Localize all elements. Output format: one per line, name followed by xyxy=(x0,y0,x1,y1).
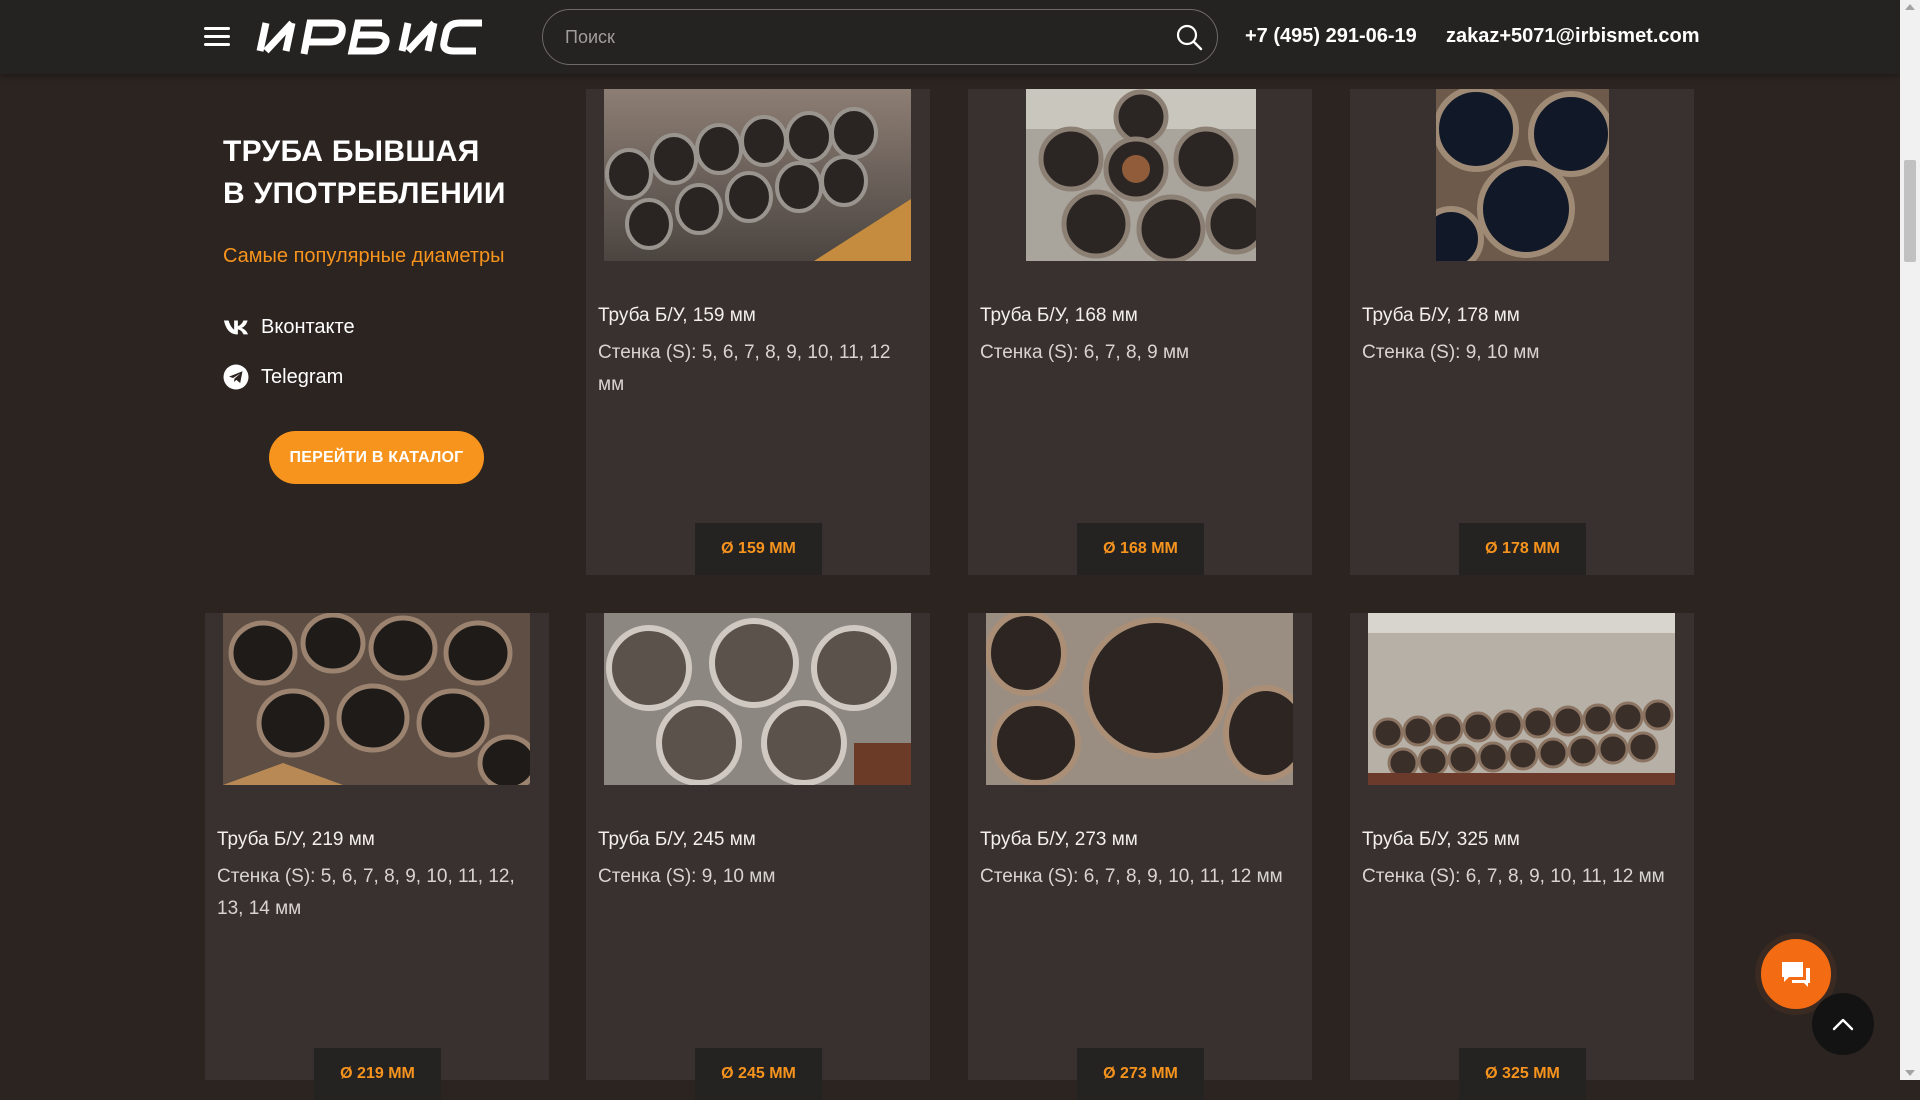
scroll-down-arrow-icon[interactable] xyxy=(1905,1070,1915,1076)
section-subtitle: Самые популярные диаметры xyxy=(223,245,505,267)
product-title: Труба Б/У, 178 мм xyxy=(1362,305,1520,326)
telegram-label: Telegram xyxy=(261,365,344,388)
product-wall-thickness: Стенка (S): 6, 7, 8, 9, 10, 11, 12 мм xyxy=(980,866,1283,887)
search-icon[interactable] xyxy=(1175,23,1203,51)
product-photo xyxy=(1368,613,1675,785)
product-wall-thickness: Стенка (S): 6, 7, 8, 9 мм xyxy=(980,342,1190,363)
diameter-badge: Ø 325 ММ xyxy=(1459,1048,1586,1100)
product-card[interactable]: Труба Б/У, 219 мм Стенка (S): 5, 6, 7, 8… xyxy=(205,613,549,1100)
product-photo xyxy=(223,613,530,785)
product-title: Труба Б/У, 245 мм xyxy=(598,829,756,850)
product-photo xyxy=(986,613,1293,785)
diameter-badge: Ø 273 ММ xyxy=(1077,1048,1204,1100)
product-title: Труба Б/У, 273 мм xyxy=(980,829,1138,850)
product-wall-thickness: Стенка (S): 6, 7, 8, 9, 10, 11, 12 мм xyxy=(1362,866,1665,887)
product-wall-thickness: Стенка (S): 9, 10 мм xyxy=(1362,342,1540,363)
section-title: ТРУБА БЫВШАЯ В УПОТРЕБЛЕНИИ xyxy=(223,131,563,215)
section-title-line-1: ТРУБА БЫВШАЯ xyxy=(223,135,480,168)
product-wall-thickness: Стенка (S): 5, 6, 7, 8, 9, 10, 11, 12 мм xyxy=(598,342,891,395)
telegram-link[interactable]: Telegram xyxy=(223,364,343,390)
diameter-badge: Ø 168 ММ xyxy=(1077,523,1204,575)
scrollbar-thumb[interactable] xyxy=(1904,160,1916,262)
site-logo[interactable] xyxy=(254,18,518,56)
product-card[interactable]: Труба Б/У, 159 мм Стенка (S): 5, 6, 7, 8… xyxy=(586,89,930,575)
catalog-button[interactable]: ПЕРЕЙТИ В КАТАЛОГ xyxy=(269,431,484,484)
product-title: Труба Б/У, 219 мм xyxy=(217,829,375,850)
diameter-badge: Ø 178 ММ xyxy=(1459,523,1586,575)
vkontakte-label: Вконтакте xyxy=(261,315,355,338)
product-photo xyxy=(604,89,911,261)
product-title: Труба Б/У, 168 мм xyxy=(980,305,1138,326)
vkontakte-link[interactable]: Вконтакте xyxy=(223,314,355,340)
diameter-badge: Ø 219 ММ xyxy=(314,1048,441,1100)
product-title: Труба Б/У, 325 мм xyxy=(1362,829,1520,850)
product-card[interactable]: Труба Б/У, 245 мм Стенка (S): 9, 10 мм Ø… xyxy=(586,613,930,1100)
product-card[interactable]: Труба Б/У, 168 мм Стенка (S): 6, 7, 8, 9… xyxy=(968,89,1312,575)
diameter-badge: Ø 159 ММ xyxy=(695,523,822,575)
search-box xyxy=(542,9,1218,65)
product-photo xyxy=(1436,89,1609,261)
scroll-to-top-button[interactable] xyxy=(1812,993,1874,1055)
product-card[interactable]: Труба Б/У, 325 мм Стенка (S): 6, 7, 8, 9… xyxy=(1350,613,1694,1100)
product-card[interactable]: Труба Б/У, 273 мм Стенка (S): 6, 7, 8, 9… xyxy=(968,613,1312,1100)
chevron-up-icon xyxy=(1832,1018,1854,1031)
phone-link[interactable]: +7 (495) 291-06-19 xyxy=(1245,25,1417,48)
scroll-up-arrow-icon[interactable] xyxy=(1905,4,1915,10)
diameter-badge: Ø 245 ММ xyxy=(695,1048,822,1100)
product-photo xyxy=(604,613,911,785)
product-card[interactable]: Труба Б/У, 178 мм Стенка (S): 9, 10 мм Ø… xyxy=(1350,89,1694,575)
chat-bubble-icon xyxy=(1782,962,1810,987)
telegram-icon xyxy=(223,364,249,390)
product-wall-thickness: Стенка (S): 5, 6, 7, 8, 9, 10, 11, 12, 1… xyxy=(217,866,515,919)
product-title: Труба Б/У, 159 мм xyxy=(598,305,756,326)
product-wall-thickness: Стенка (S): 9, 10 мм xyxy=(598,866,776,887)
product-photo xyxy=(1026,89,1256,261)
hamburger-menu-icon[interactable] xyxy=(204,27,230,47)
vk-icon xyxy=(223,314,249,340)
section-title-line-2: В УПОТРЕБЛЕНИИ xyxy=(223,177,506,210)
site-header: +7 (495) 291-06-19 zakaz+5071@irbismet.c… xyxy=(0,0,1900,74)
search-input[interactable] xyxy=(563,10,1147,65)
email-link[interactable]: zakaz+5071@irbismet.com xyxy=(1446,25,1700,48)
page-scrollbar[interactable] xyxy=(1900,0,1920,1080)
